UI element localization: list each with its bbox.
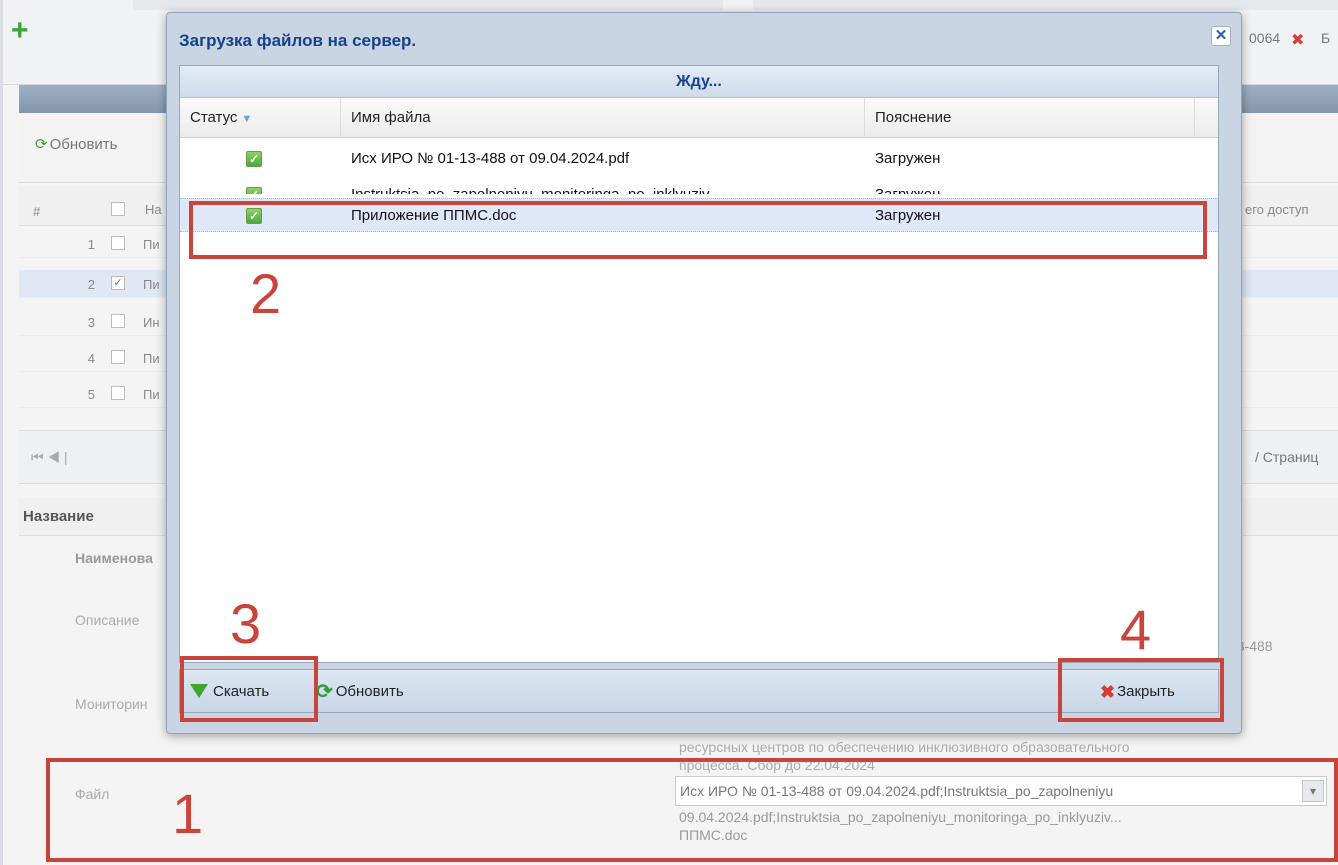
column-name[interactable]: На	[145, 202, 162, 217]
sort-arrow-icon[interactable]: ▼	[241, 113, 252, 125]
column-hash: #	[33, 204, 41, 219]
annotation-number-3: 3	[230, 592, 262, 655]
highlight-box-3	[180, 656, 318, 722]
column-access[interactable]: его доступ	[1245, 202, 1308, 217]
select-all-checkbox[interactable]	[111, 202, 125, 216]
tab-right[interactable]	[753, 0, 1338, 10]
refresh-icon: ⟳	[316, 681, 333, 704]
pager-nav[interactable]: ⏮ ◀ |	[31, 449, 68, 466]
row-checkbox-checked[interactable]: ✓	[111, 276, 125, 290]
highlight-box-4	[1058, 658, 1224, 722]
refresh-button[interactable]: ⟳ Обновить	[316, 680, 404, 704]
tab-left[interactable]	[133, 0, 723, 10]
highlight-box-1	[46, 758, 1338, 862]
file-row[interactable]: ✓ Instruktsia_po_zapolneniyu_monitoringa…	[180, 178, 1218, 194]
checkbox-checked-icon: ✓	[246, 187, 262, 194]
file-name: Instruktsia_po_zapolneniyu_monitoringa_p…	[351, 186, 721, 194]
upload-status: Жду...	[180, 66, 1218, 98]
pager-page-label: / Страниц	[1255, 449, 1319, 465]
file-row[interactable]: ✓ Исх ИРО № 01-13-488 от 09.04.2024.pdf …	[180, 142, 1218, 176]
record-suffix: Б	[1321, 30, 1331, 46]
monitoring-text-1: ресурсных центров по обеспечению инклюзи…	[679, 739, 1130, 755]
highlight-box-2	[189, 201, 1207, 259]
row-checkbox[interactable]	[111, 350, 125, 364]
column-status[interactable]: Статус ▼	[180, 98, 341, 138]
annotation-number-4: 4	[1120, 598, 1152, 661]
file-note: Загружен	[875, 150, 941, 167]
column-note[interactable]: Пояснение	[865, 98, 1195, 138]
annotation-number-1: 1	[172, 782, 204, 845]
file-grid-header: Статус ▼ Имя файла Пояснение	[180, 98, 1218, 138]
add-icon[interactable]: +	[11, 16, 29, 46]
row-checkbox[interactable]	[111, 314, 125, 328]
row-checkbox[interactable]	[111, 386, 125, 400]
upload-dialog: Загрузка файлов на сервер. ✕ Жду... Стат…	[166, 12, 1242, 734]
delete-icon[interactable]: ✖	[1291, 30, 1304, 50]
checkbox-checked-icon: ✓	[246, 151, 262, 167]
dialog-title: Загрузка файлов на сервер.	[179, 31, 417, 50]
refresh-button[interactable]: ⟳ Обновить	[35, 135, 118, 153]
name-label: Наименова	[75, 550, 153, 566]
refresh-icon: ⟳	[35, 136, 48, 153]
file-name: Исх ИРО № 01-13-488 от 09.04.2024.pdf	[351, 150, 630, 167]
record-number: 0064	[1249, 30, 1281, 46]
close-icon[interactable]: ✕	[1211, 26, 1231, 46]
dialog-body: Жду... Статус ▼ Имя файла Пояснение ✓ Исх…	[179, 65, 1219, 663]
annotation-number-2: 2	[250, 262, 282, 325]
file-note: Загружен	[875, 186, 940, 194]
row-checkbox[interactable]	[111, 236, 125, 250]
description-label: Описание	[75, 612, 140, 628]
monitoring-label: Мониторин	[75, 696, 148, 712]
column-file-name[interactable]: Имя файла	[341, 98, 865, 138]
